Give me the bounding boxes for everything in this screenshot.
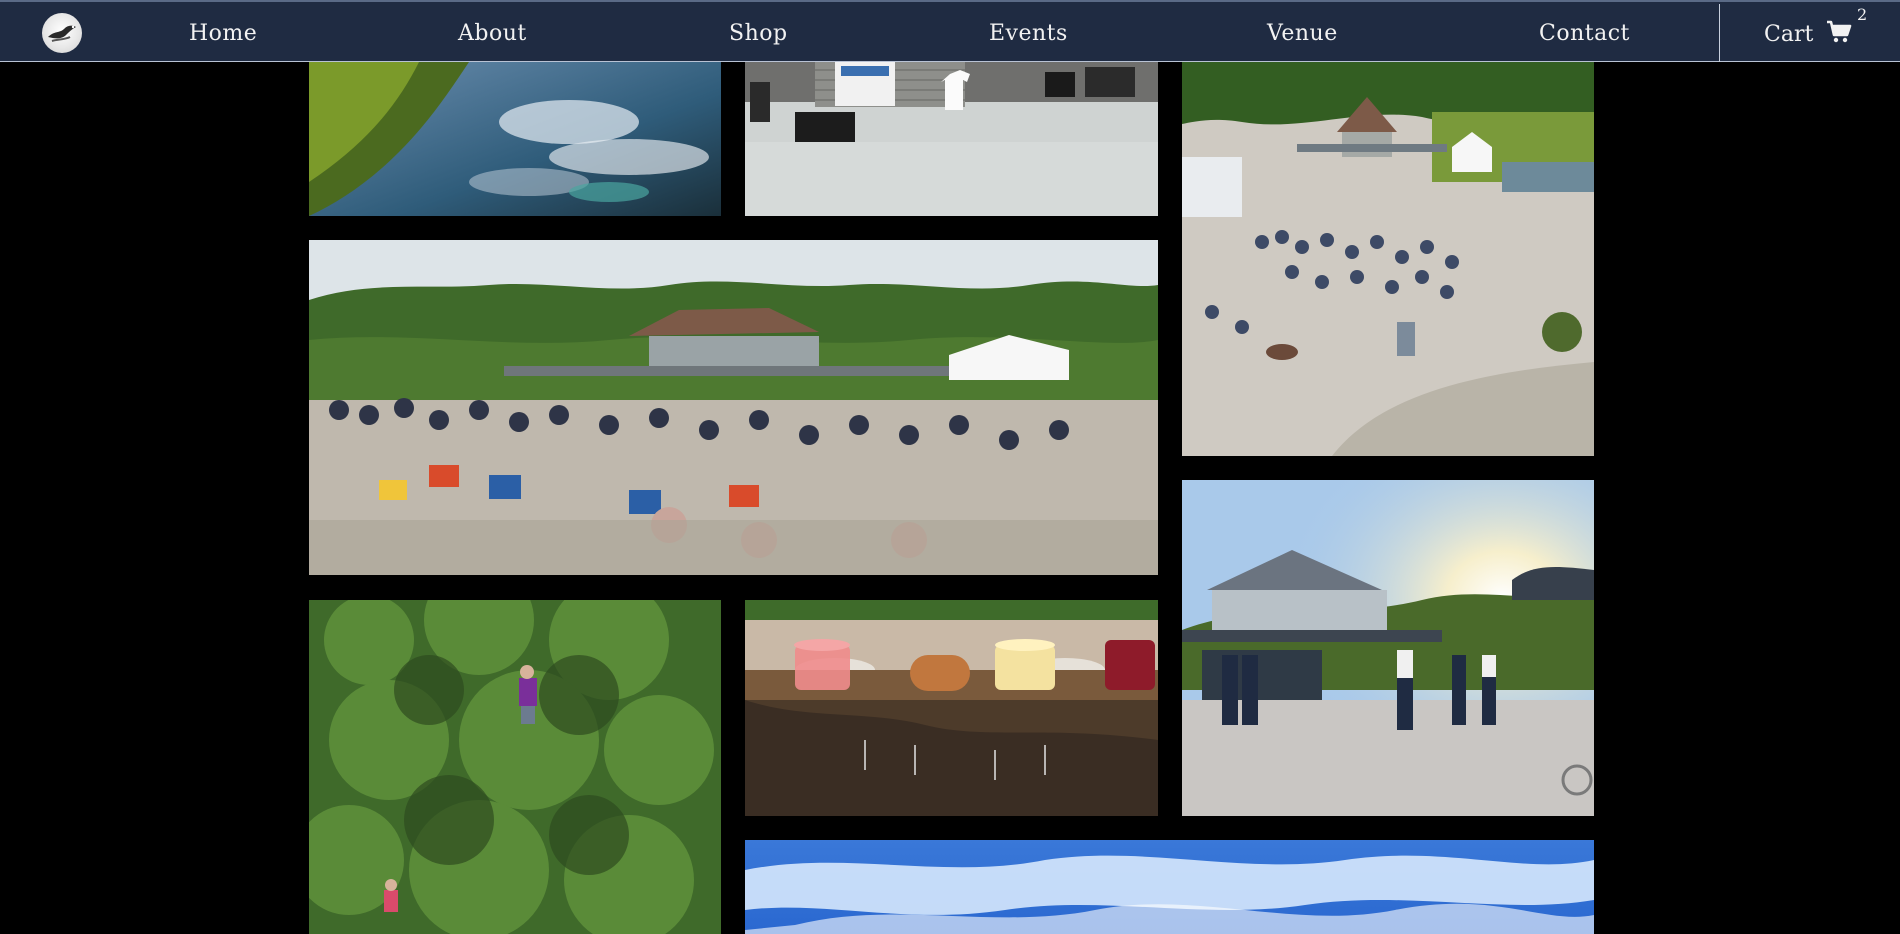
gallery-photo-stage[interactable]: [745, 62, 1158, 216]
cart-count-badge: 2: [1857, 5, 1868, 24]
nav-shop-link[interactable]: Shop: [729, 20, 788, 48]
nav-home-link[interactable]: Home: [189, 20, 257, 48]
top-navigation: Home About Shop Events Venue Contact Car…: [0, 0, 1900, 62]
nav-events-link[interactable]: Events: [989, 20, 1068, 48]
gallery-photo-silo-crowd[interactable]: [1182, 62, 1594, 456]
shopping-cart-icon: [1826, 20, 1852, 50]
cart-label: Cart: [1764, 22, 1814, 47]
nav-about-link[interactable]: About: [458, 20, 527, 48]
gallery-photo-pond[interactable]: [309, 62, 721, 216]
nav-divider: [1719, 4, 1720, 62]
gallery-photo-aerial-greenery[interactable]: [309, 600, 721, 934]
gallery-photo-blue-sky[interactable]: [745, 840, 1594, 934]
bird-logo-icon[interactable]: [42, 13, 82, 53]
gallery-photo-dancing-sunset[interactable]: [1182, 480, 1594, 816]
gallery-photo-drinks[interactable]: [745, 600, 1158, 816]
gallery-photo-concert-audience[interactable]: [309, 240, 1158, 575]
nav-contact-link[interactable]: Contact: [1539, 20, 1630, 48]
nav-venue-link[interactable]: Venue: [1267, 20, 1338, 48]
cart-button[interactable]: Cart: [1764, 20, 1852, 50]
